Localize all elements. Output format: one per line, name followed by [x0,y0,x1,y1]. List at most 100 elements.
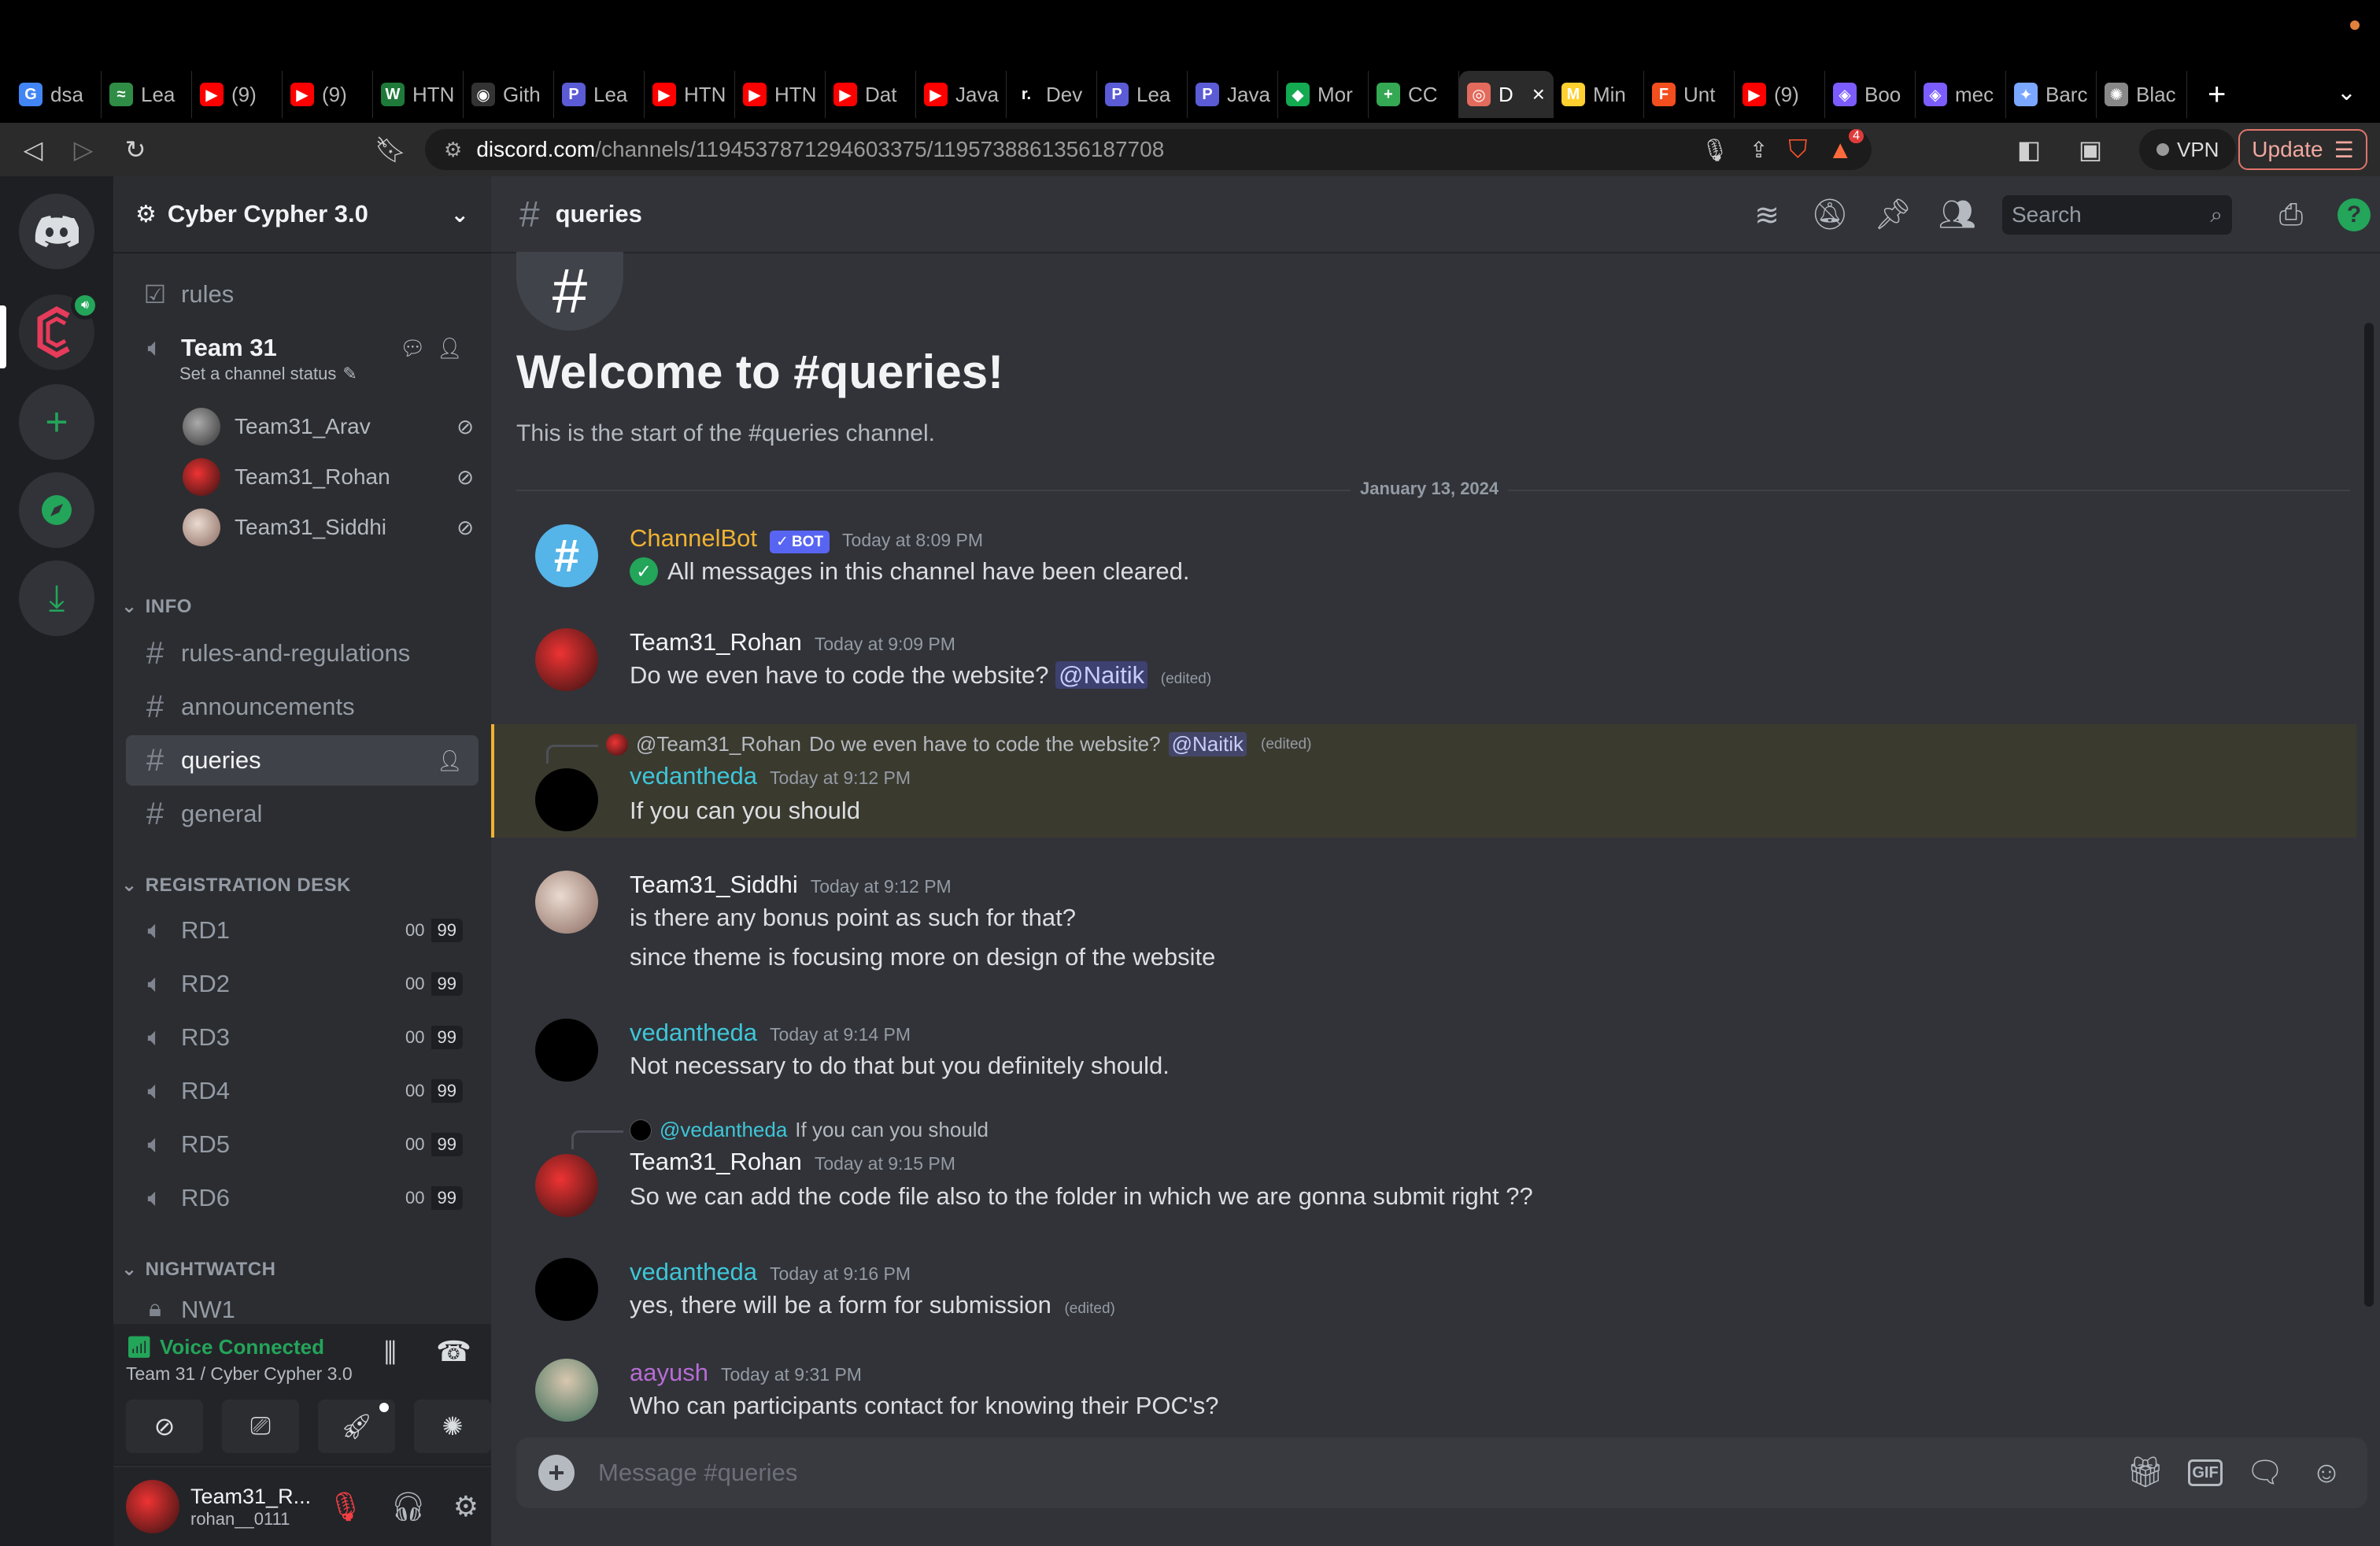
voice-channel-rd5[interactable]: 🔈︎ RD5 00 99 [126,1119,479,1170]
emoji-icon[interactable]: ☺ [2308,1454,2345,1492]
avatar[interactable] [535,628,598,691]
screen-share-icon[interactable]: ⎚ [222,1400,299,1453]
settings-gear-icon[interactable]: ⚙ [453,1490,479,1523]
direct-messages-icon[interactable] [19,194,94,269]
browser-tab[interactable]: ◈ Boo [1825,71,1916,118]
message-username[interactable]: ChannelBot [630,524,757,553]
channel-status[interactable]: Set a channel status ✎ [179,364,357,384]
avatar[interactable] [535,1359,598,1422]
microphone-icon[interactable]: 🎙︎ [1701,137,1729,163]
browser-tab[interactable]: ✺ Blac [2097,71,2187,118]
pin-icon[interactable]: 📌︎ [1874,197,1912,233]
user-mention[interactable]: @Naitik [1055,661,1148,689]
message-username[interactable]: Team31_Siddhi [630,871,798,899]
message-composer[interactable]: + Message #queries 🎁︎ GIF 🗨︎ ☺ [516,1437,2367,1508]
voice-channel-rd3[interactable]: 🔈︎ RD3 00 99 [126,1012,479,1063]
message-username[interactable]: vedantheda [630,1019,757,1047]
inbox-icon[interactable]: ⎙ [2273,197,2309,233]
voice-member[interactable]: Team31_Rohan ⊘ [183,455,474,499]
avatar[interactable] [535,1019,598,1082]
avatar[interactable] [535,871,598,934]
browser-tab[interactable]: + CC [1369,71,1459,118]
browser-tab[interactable]: ▶ (9) [192,71,283,118]
message-username[interactable]: aayush [630,1359,708,1387]
message-item-highlighted[interactable]: @Team31_Rohan Do we even have to code th… [491,724,2356,838]
browser-tab[interactable]: ▶ (9) [283,71,373,118]
message-input[interactable]: Message #queries [598,1459,2103,1487]
channel-general[interactable]: # general [126,789,479,839]
video-off-icon[interactable]: ⊘ [126,1400,203,1453]
browser-tab[interactable]: P Java [1188,71,1278,118]
activities-rocket-icon[interactable]: 🚀︎ [318,1400,395,1453]
address-bar[interactable]: ⚙ discord.com/channels/11945378712946033… [425,128,1872,170]
browser-tab[interactable]: F Unt [1644,71,1735,118]
wallet-icon[interactable]: ▣ [2070,129,2111,170]
avatar[interactable] [535,1154,598,1217]
soundboard-icon[interactable]: ✺ [414,1400,491,1453]
category-nightwatch[interactable]: ⌄ NIGHTWATCH [121,1258,275,1281]
message-username[interactable]: Team31_Rohan [630,628,802,656]
voice-channel-rd2[interactable]: 🔈︎ RD2 00 99 [126,959,479,1009]
new-tab-icon[interactable]: + [2208,77,2226,113]
download-apps-icon[interactable]: ⤓ [19,560,94,636]
reply-text[interactable]: Do we even have to code the website? [809,732,1161,756]
close-tab-icon[interactable]: × [1532,82,1545,107]
browser-tab[interactable]: W HTN [373,71,464,118]
invite-icon[interactable]: 👤︎ [437,749,463,773]
avatar[interactable] [535,1258,598,1321]
category-info[interactable]: ⌄ INFO [121,595,192,618]
channel-announcements[interactable]: # announcements [126,682,479,732]
brave-rewards-icon[interactable]: ▲ 4 [1828,128,1864,165]
message-item[interactable]: # ChannelBot ✓ BOT Today at 8:09 PM ✓ All… [516,518,2374,594]
browser-tab[interactable]: r. Dev [1007,71,1097,118]
site-settings-icon[interactable]: ⚙ [444,138,462,162]
voice-channel-rd4[interactable]: 🔈︎ RD4 00 99 [126,1066,479,1116]
member-list-icon[interactable]: 👥︎ [1938,197,1976,233]
user-mention[interactable]: @Naitik [1168,732,1247,756]
chat-bubble-icon[interactable]: 💬︎ [400,336,426,361]
avatar[interactable] [126,1480,179,1533]
browser-tab[interactable]: ≈ Lea [102,71,192,118]
message-username[interactable]: Team31_Rohan [630,1148,802,1176]
channel-nw1[interactable]: 🔒︎ NW1 [126,1286,479,1324]
sticker-icon[interactable]: 🗨︎ [2246,1454,2284,1492]
chat-scrollbar[interactable] [2364,323,2374,1307]
add-server-icon[interactable]: + [19,384,94,460]
disconnect-icon[interactable]: ☎ [436,1335,471,1368]
voice-channel-rd1[interactable]: 🔈︎ RD1 00 99 [126,905,479,956]
sidebar-toggle-icon[interactable]: ◧ [2009,129,2049,170]
browser-tab[interactable]: ▶ Java [916,71,1007,118]
message-username[interactable]: vedantheda [630,1258,757,1286]
category-registration-desk[interactable]: ⌄ REGISTRATION DESK [121,874,351,897]
message-item[interactable]: @vedantheda If you can you should Team31… [516,1110,2374,1223]
user-info[interactable]: Team31_R... rohan__0111 [190,1485,316,1529]
message-item[interactable]: vedantheda Today at 9:14 PM Not necessar… [516,1012,2374,1088]
mute-mic-icon[interactable]: 🎙︎ [327,1490,364,1523]
share-icon[interactable]: ⇪ [1750,137,1768,163]
reply-username[interactable]: @vedantheda [660,1118,787,1142]
channel-rules-and-regulations[interactable]: # rules-and-regulations [126,628,479,679]
browser-tab[interactable]: ▶ HTN [645,71,735,118]
channel-queries[interactable]: # queries 👤︎ [126,735,479,786]
browser-tab[interactable]: ◎ D × [1459,71,1554,118]
browser-tab[interactable]: ✦ Barc [2006,71,2097,118]
help-icon[interactable]: ? [2336,197,2372,233]
vpn-button[interactable]: VPN [2139,129,2237,170]
server-header[interactable]: ⚙ Cyber Cypher 3.0 ⌄ [113,176,491,253]
update-button[interactable]: Update ☰ [2238,129,2367,170]
headphones-icon[interactable]: 🎧︎ [390,1490,427,1523]
message-item[interactable]: aayush Today at 9:31 PM Who can particip… [516,1352,2374,1428]
browser-tab[interactable]: M Min [1554,71,1644,118]
browser-tab[interactable]: P Lea [554,71,645,118]
brave-shields-icon[interactable]: ⛉ [1788,135,1807,165]
browser-tab[interactable]: ◈ mec [1916,71,2006,118]
bookmark-icon[interactable]: 🔖︎ [370,129,411,170]
server-cyber-cypher-icon[interactable]: 🔊︎ [19,291,99,370]
notification-bell-icon[interactable]: 🔕︎ [1811,197,1849,233]
voice-location[interactable]: Team 31 / Cyber Cypher 3.0 [126,1363,353,1385]
gift-icon[interactable]: 🎁︎ [2127,1454,2164,1492]
threads-icon[interactable]: ≋ [1749,197,1785,233]
gif-icon[interactable]: GIF [2188,1459,2223,1486]
voice-channel-rd6[interactable]: 🔈︎ RD6 00 99 [126,1173,479,1223]
browser-tab[interactable]: ◉ Gith [464,71,554,118]
